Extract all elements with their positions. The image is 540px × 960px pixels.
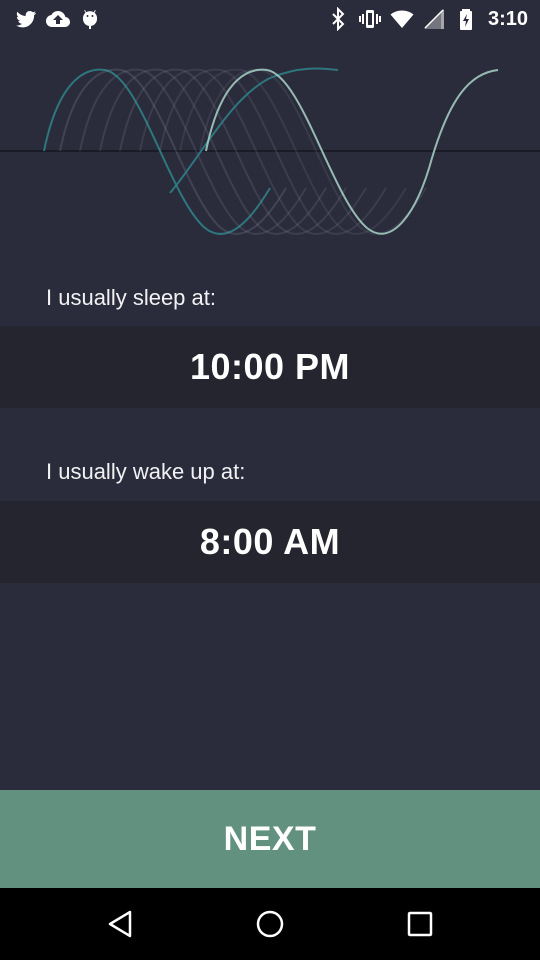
- recents-icon: [407, 911, 433, 937]
- sleep-wave-graphic: [0, 38, 540, 258]
- sleep-time-label: I usually sleep at:: [46, 285, 216, 310]
- sleep-time-picker[interactable]: 10:00 PM: [0, 326, 540, 408]
- back-button[interactable]: [100, 904, 140, 944]
- recents-button[interactable]: [400, 904, 440, 944]
- battery-charging-icon: [454, 7, 478, 31]
- wifi-icon: [390, 7, 414, 31]
- bluetooth-icon: [326, 7, 350, 31]
- no-sim-icon: [422, 7, 446, 31]
- wave-illustration: [0, 67, 540, 235]
- cloud-upload-icon: [46, 7, 70, 31]
- status-left-icons: [14, 7, 102, 31]
- next-button[interactable]: NEXT: [0, 790, 540, 888]
- home-icon: [256, 910, 284, 938]
- sleep-time-value[interactable]: 10:00 PM: [190, 346, 350, 388]
- status-time: 3:10: [487, 7, 528, 30]
- vibrate-icon: [358, 7, 382, 31]
- screen: 3:10 I usually sleep at: 10:00 PM I usua…: [0, 0, 540, 960]
- navigation-bar: [0, 888, 540, 960]
- status-right-icons: 3:10: [326, 7, 528, 31]
- home-button[interactable]: [250, 904, 290, 944]
- wake-time-label: I usually wake up at:: [46, 459, 246, 484]
- back-icon: [108, 910, 132, 938]
- next-button-label: NEXT: [223, 819, 317, 858]
- android-icon: [78, 7, 102, 31]
- wake-time-value[interactable]: 8:00 AM: [200, 521, 340, 563]
- status-bar: 3:10: [0, 0, 540, 38]
- wake-time-picker[interactable]: 8:00 AM: [0, 501, 540, 583]
- twitter-icon: [14, 7, 38, 31]
